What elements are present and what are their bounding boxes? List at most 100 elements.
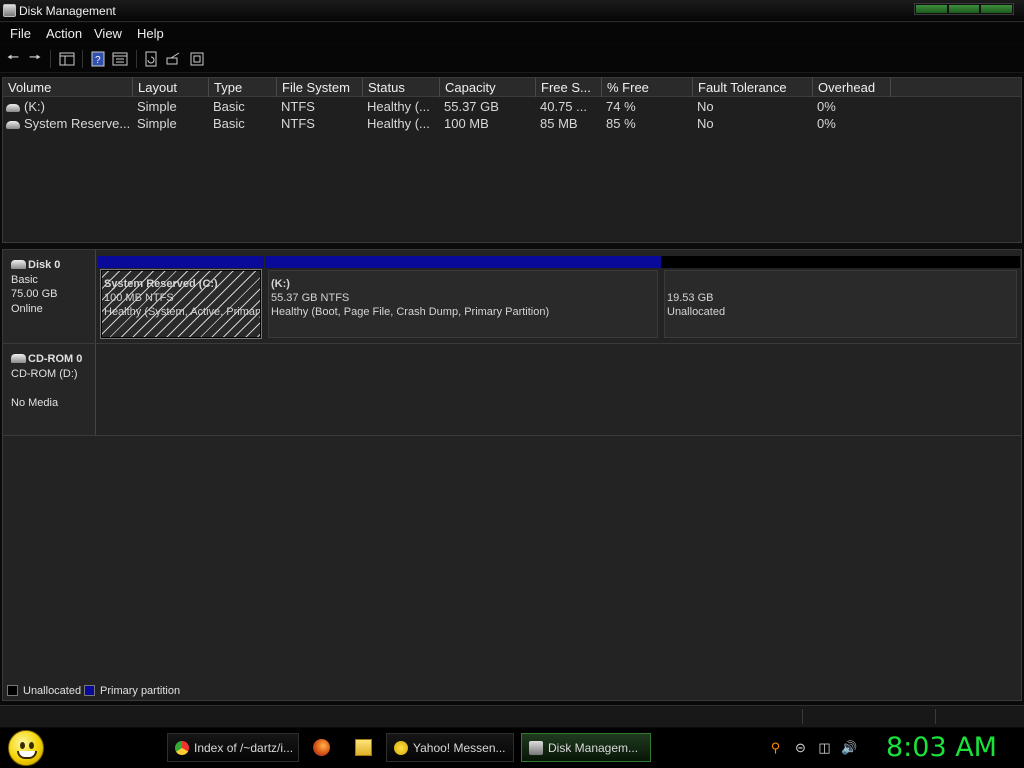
layout-cell: Simple	[137, 116, 177, 131]
partition-size: 19.53 GB	[667, 292, 714, 304]
type-cell: Basic	[213, 99, 245, 114]
disk-name: Disk 0	[28, 259, 61, 271]
close-button[interactable]	[981, 5, 1013, 13]
svg-text:?: ?	[95, 55, 101, 66]
menu-action[interactable]: Action	[46, 26, 82, 41]
taskbar: Index of /~dartz/i... Yahoo! Messen... D…	[0, 728, 1024, 768]
export-icon[interactable]	[188, 50, 206, 68]
type-cell: Basic	[213, 116, 245, 131]
disk-size: 75.00 GB	[11, 288, 58, 300]
partition-status: Unallocated	[667, 306, 726, 318]
volume-cell: System Reserve...	[6, 116, 132, 131]
column-header-file-system[interactable]: File System	[277, 78, 363, 97]
status-bar	[0, 705, 1024, 727]
firefox-icon[interactable]	[313, 739, 330, 756]
search-icon[interactable]: ⚲	[768, 740, 783, 755]
fs-cell: NTFS	[281, 116, 315, 131]
menu-view[interactable]: View	[94, 26, 122, 41]
window-title: Disk Management	[19, 4, 116, 18]
partition-k[interactable]: (K:) 55.37 GB NTFS Healthy (Boot, Page F…	[265, 256, 661, 338]
free-cell: 40.75 ...	[540, 99, 587, 114]
partition-status: Healthy (System, Active, Primary Partiti…	[104, 306, 261, 318]
status-cell: Healthy (...	[367, 116, 430, 131]
hard-disk-icon	[11, 260, 26, 269]
partition-title	[667, 277, 1016, 291]
disk-label[interactable]: CD-ROM 0 CD-ROM (D:) No Media	[3, 344, 96, 435]
column-header-fault-tolerance[interactable]: Fault Tolerance	[693, 78, 813, 97]
window-controls[interactable]	[914, 3, 1014, 15]
disk-name: CD-ROM 0	[28, 353, 83, 365]
column-header-type[interactable]: Type	[209, 78, 277, 97]
taskbar-item-disk-management[interactable]: Disk Managem...	[521, 733, 651, 762]
legend-swatch-primary	[84, 685, 95, 696]
volume-list: Volume Layout Type File System Status Ca…	[2, 77, 1022, 243]
partition-size: 100 MB NTFS	[104, 292, 174, 304]
maximize-button[interactable]	[948, 5, 980, 13]
disk-type: CD-ROM (D:)	[11, 367, 78, 380]
fault-cell: No	[697, 116, 714, 131]
start-button[interactable]	[8, 730, 44, 766]
legend-swatch-unallocated	[7, 685, 18, 696]
network-icon[interactable]: ◫	[817, 740, 832, 755]
volume-cell: (K:)	[6, 99, 132, 114]
column-header-overhead[interactable]: Overhead	[813, 78, 891, 97]
overhead-cell: 0%	[817, 116, 836, 131]
volume-icon[interactable]: 🔊	[841, 740, 857, 755]
menu-file[interactable]: File	[10, 26, 31, 41]
table-row[interactable]: System Reserve... Simple Basic NTFS Heal…	[3, 115, 1021, 132]
column-header-free-space[interactable]: Free S...	[536, 78, 602, 97]
toolbar: 🠔 🠖 ?	[0, 45, 1024, 73]
partition-status: Healthy (Boot, Page File, Crash Dump, Pr…	[271, 306, 550, 318]
forward-arrow-icon[interactable]: 🠖	[26, 49, 44, 68]
minus-circle-icon[interactable]: ⊝	[793, 740, 808, 755]
properties-icon[interactable]	[111, 50, 129, 68]
disk-management-icon	[3, 4, 16, 17]
clock[interactable]: 8:03 AM	[886, 732, 997, 763]
column-header-status[interactable]: Status	[363, 78, 440, 97]
chrome-icon	[175, 741, 189, 755]
help-icon[interactable]: ?	[89, 50, 107, 68]
disk-row: CD-ROM 0 CD-ROM (D:) No Media	[3, 344, 1021, 436]
taskbar-item-yahoo-messenger[interactable]: Yahoo! Messen...	[386, 733, 514, 762]
table-row[interactable]: (K:) Simple Basic NTFS Healthy (... 55.3…	[3, 98, 1021, 115]
partition-system-reserved[interactable]: System Reserved (C:) 100 MB NTFS Healthy…	[98, 256, 264, 339]
status-cell: Healthy (...	[367, 99, 430, 114]
volume-icon	[6, 120, 20, 129]
unallocated-bar	[661, 256, 1020, 268]
column-header-percent-free[interactable]: % Free	[602, 78, 693, 97]
partition-title: (K:)	[271, 278, 290, 290]
disk-type: Basic	[11, 273, 38, 286]
console-tree-icon[interactable]	[58, 50, 76, 68]
column-header-layout[interactable]: Layout	[133, 78, 209, 97]
minimize-button[interactable]	[916, 5, 947, 13]
disk-label[interactable]: Disk 0 Basic 75.00 GB Online	[3, 250, 96, 343]
overhead-cell: 0%	[817, 99, 836, 114]
legend-label-primary: Primary partition	[100, 685, 181, 697]
refresh-icon[interactable]	[142, 50, 160, 68]
disk-state: No Media	[11, 396, 59, 409]
folder-icon[interactable]	[355, 739, 372, 756]
pct-free-cell: 74 %	[606, 99, 636, 114]
rescan-icon[interactable]	[164, 50, 182, 68]
disk-state: Online	[11, 302, 43, 315]
volume-list-header: Volume Layout Type File System Status Ca…	[3, 78, 1021, 97]
menu-bar: File Action View Help	[0, 23, 1024, 44]
volume-icon	[6, 103, 20, 112]
partition-unallocated[interactable]: 19.53 GB Unallocated	[661, 256, 1020, 338]
column-header-volume[interactable]: Volume	[3, 78, 133, 97]
disk-map: Disk 0 Basic 75.00 GB Online System Rese…	[2, 249, 1022, 701]
layout-cell: Simple	[137, 99, 177, 114]
menu-help[interactable]: Help	[137, 26, 164, 41]
primary-partition-bar	[98, 256, 264, 268]
pct-free-cell: 85 %	[606, 116, 636, 131]
free-cell: 85 MB	[540, 116, 578, 131]
capacity-cell: 55.37 GB	[444, 99, 499, 114]
legend: Unallocated Primary partition	[2, 682, 1022, 701]
back-arrow-icon[interactable]: 🠔	[4, 49, 22, 68]
partition-size: 55.37 GB NTFS	[271, 292, 350, 304]
capacity-cell: 100 MB	[444, 116, 489, 131]
yahoo-messenger-icon	[394, 741, 408, 755]
legend-label-unallocated: Unallocated	[23, 685, 82, 697]
taskbar-item-chrome[interactable]: Index of /~dartz/i...	[167, 733, 299, 762]
column-header-capacity[interactable]: Capacity	[440, 78, 536, 97]
